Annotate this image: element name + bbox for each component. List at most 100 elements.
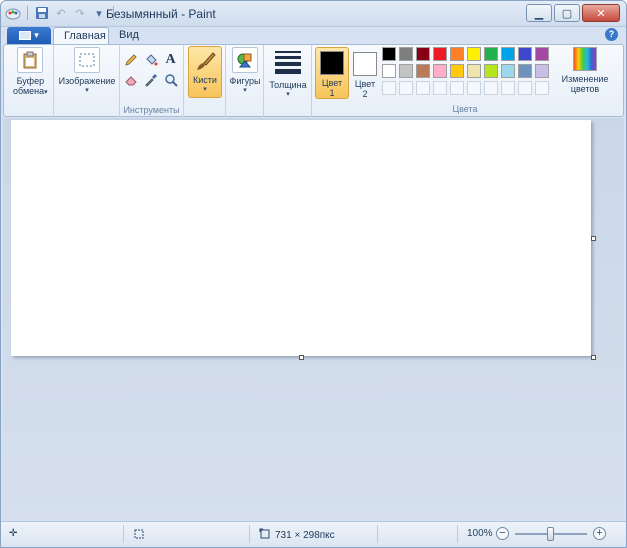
color1-label-1: Цвет xyxy=(321,78,343,88)
brushes-group xyxy=(184,45,226,117)
window-title: Безымянный - Paint xyxy=(106,7,216,21)
palette-color-swatch[interactable] xyxy=(535,47,549,61)
custom-color-slot[interactable] xyxy=(433,81,447,95)
clipboard-button[interactable]: Буфер обмена▾ xyxy=(13,47,48,98)
close-button[interactable]: ✕ xyxy=(582,4,620,22)
eraser-icon[interactable] xyxy=(122,71,139,88)
palette-color-swatch[interactable] xyxy=(535,64,549,78)
image-button[interactable]: Изображение ▾ xyxy=(58,47,116,96)
zoom-slider-thumb[interactable] xyxy=(547,527,554,541)
color1-swatch xyxy=(320,51,344,75)
color2-button[interactable]: Цвет 2 xyxy=(352,47,378,99)
palette-color-swatch[interactable] xyxy=(518,64,532,78)
palette-color-swatch[interactable] xyxy=(399,47,413,61)
resize-handle-corner[interactable] xyxy=(591,355,596,360)
color1-button[interactable]: Цвет 1 xyxy=(315,47,349,99)
palette-color-swatch[interactable] xyxy=(416,47,430,61)
color2-swatch xyxy=(353,52,377,76)
tab-home[interactable]: Главная xyxy=(53,27,109,45)
drawing-canvas[interactable] xyxy=(11,120,591,356)
qat-separator xyxy=(27,6,28,20)
palette-color-swatch[interactable] xyxy=(450,64,464,78)
dropdown-arrow-icon: ▾ xyxy=(34,30,39,40)
tab-view[interactable]: Вид xyxy=(109,27,149,45)
ribbon-tabs: ▾ Главная Вид ? xyxy=(1,27,626,45)
resize-handle-bottom[interactable] xyxy=(299,355,304,360)
chevron-down-icon: ▾ xyxy=(286,91,290,98)
custom-color-slot[interactable] xyxy=(501,81,515,95)
edit-colors-button[interactable]: Изменение цветов xyxy=(558,47,612,94)
palette-color-swatch[interactable] xyxy=(399,64,413,78)
custom-color-slot[interactable] xyxy=(416,81,430,95)
title-bar: ↶ ↷ ▾ Безымянный - Paint ▁ ▢ ✕ xyxy=(1,1,626,27)
paint-menu-button[interactable]: ▾ xyxy=(7,27,51,44)
minimize-button[interactable]: ▁ xyxy=(526,4,552,22)
thickness-group: Толщина ▾ xyxy=(264,45,312,117)
palette-color-swatch[interactable] xyxy=(467,47,481,61)
palette-color-swatch[interactable] xyxy=(433,47,447,61)
resize-handle-right[interactable] xyxy=(591,236,596,241)
document-icon xyxy=(19,31,32,40)
clipboard-label-2: обмена xyxy=(13,86,45,96)
colors-group-label: Цвета xyxy=(452,104,478,114)
zoom-out-button[interactable]: − xyxy=(496,527,509,540)
paint-app-icon[interactable] xyxy=(5,5,21,21)
window-controls: ▁ ▢ ✕ xyxy=(526,4,620,22)
chevron-down-icon: ▾ xyxy=(243,87,247,94)
maximize-button[interactable]: ▢ xyxy=(554,4,580,22)
palette-color-swatch[interactable] xyxy=(382,47,396,61)
image-label: Изображение xyxy=(58,76,116,86)
magnifier-icon[interactable] xyxy=(162,71,179,88)
ribbon: Буфер обмена▾ Изображение ▾ Инструменты xyxy=(3,44,624,117)
palette-color-swatch[interactable] xyxy=(433,64,447,78)
color-picker-icon[interactable] xyxy=(142,71,159,88)
edit-colors-label-1: Изменение xyxy=(561,74,609,84)
palette-color-swatch[interactable] xyxy=(501,47,515,61)
undo-icon[interactable]: ↶ xyxy=(53,5,69,21)
status-separator xyxy=(249,525,250,543)
custom-color-slot[interactable] xyxy=(399,81,413,95)
palette-color-swatch[interactable] xyxy=(450,47,464,61)
zoom-in-button[interactable]: + xyxy=(593,527,606,540)
color2-label-1: Цвет xyxy=(354,79,376,89)
canvas-size-text: 731 × 298пкс xyxy=(275,530,335,541)
custom-color-slot[interactable] xyxy=(382,81,396,95)
line-thickness-icon xyxy=(275,51,301,74)
thickness-label: Толщина xyxy=(269,80,307,90)
palette-color-swatch[interactable] xyxy=(484,64,498,78)
clipboard-icon xyxy=(17,47,44,73)
palette-color-swatch[interactable] xyxy=(416,64,430,78)
color1-label-2: 1 xyxy=(329,88,335,98)
customize-qat-icon[interactable]: ▾ xyxy=(91,5,107,21)
canvas-size-display: 731 × 298пкс xyxy=(259,528,335,543)
paint-window: ↶ ↷ ▾ Безымянный - Paint ▁ ▢ ✕ ▾ Главная… xyxy=(0,0,627,548)
help-icon[interactable]: ? xyxy=(605,28,618,41)
redo-icon[interactable]: ↷ xyxy=(72,5,88,21)
palette-color-swatch[interactable] xyxy=(382,64,396,78)
status-separator xyxy=(123,525,124,543)
custom-color-slot[interactable] xyxy=(467,81,481,95)
custom-color-slot[interactable] xyxy=(450,81,464,95)
save-icon[interactable] xyxy=(34,5,50,21)
shapes-button[interactable]: Фигуры ▾ xyxy=(228,47,262,96)
chevron-down-icon: ▾ xyxy=(44,89,48,96)
image-group: Изображение ▾ xyxy=(54,45,120,117)
edit-colors-label-2: цветов xyxy=(570,84,600,94)
pencil-icon[interactable] xyxy=(122,51,139,68)
selection-size-icon xyxy=(133,528,145,540)
fill-bucket-icon[interactable] xyxy=(142,51,159,68)
text-tool-icon[interactable]: A xyxy=(162,51,179,68)
thickness-button[interactable]: Толщина ▾ xyxy=(266,47,310,100)
palette-color-swatch[interactable] xyxy=(467,64,481,78)
palette-color-swatch[interactable] xyxy=(518,47,532,61)
palette-color-swatch[interactable] xyxy=(484,47,498,61)
color1-highlight: Цвет 1 xyxy=(315,47,349,99)
chevron-down-icon: ▾ xyxy=(85,87,89,94)
tools-group-label: Инструменты xyxy=(123,105,180,115)
custom-color-slot[interactable] xyxy=(484,81,498,95)
status-bar: ✛ 731 × 298пкс 100% − + xyxy=(1,521,626,547)
custom-color-slot[interactable] xyxy=(535,81,549,95)
clipboard-group: Буфер обмена▾ xyxy=(4,45,54,117)
palette-color-swatch[interactable] xyxy=(501,64,515,78)
custom-color-slot[interactable] xyxy=(518,81,532,95)
